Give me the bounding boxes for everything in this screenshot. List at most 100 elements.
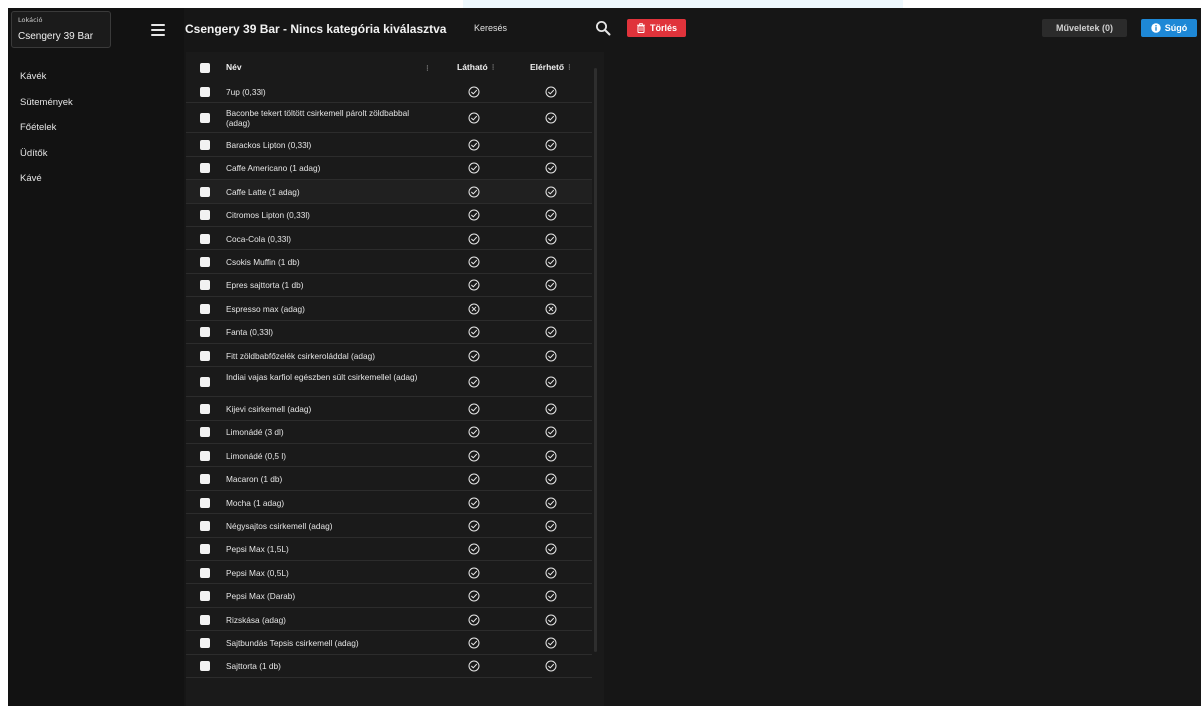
check-circle-icon[interactable] — [545, 350, 557, 362]
check-circle-icon[interactable] — [468, 497, 480, 509]
check-circle-icon[interactable] — [468, 233, 480, 245]
location-selector[interactable]: Lokáció Csengery 39 Bar — [11, 11, 111, 48]
search-input[interactable] — [463, 18, 593, 38]
row-checkbox[interactable] — [200, 163, 210, 174]
check-circle-icon[interactable] — [545, 139, 557, 151]
check-circle-icon[interactable] — [545, 376, 557, 388]
check-circle-icon[interactable] — [545, 256, 557, 268]
check-circle-icon[interactable] — [468, 614, 480, 626]
column-header-visible[interactable]: Látható ⁝ — [457, 62, 494, 73]
row-checkbox[interactable] — [200, 210, 210, 221]
check-circle-icon[interactable] — [468, 637, 480, 649]
row-checkbox[interactable] — [200, 303, 210, 314]
table-row[interactable]: Limonádé (0,5 l) — [186, 444, 592, 468]
table-row[interactable]: Espresso max (adag) — [186, 297, 592, 321]
check-circle-icon[interactable] — [468, 326, 480, 338]
check-circle-icon[interactable] — [545, 279, 557, 291]
sort-name-icon[interactable]: ⁝ — [426, 63, 429, 74]
check-circle-icon[interactable] — [545, 326, 557, 338]
delete-button[interactable]: Törlés — [627, 19, 686, 37]
table-row[interactable]: Barackos Lipton (0,33l) — [186, 133, 592, 157]
check-circle-icon[interactable] — [545, 660, 557, 672]
table-row[interactable]: Indiai vajas karfiol egészben sült csirk… — [186, 367, 592, 398]
check-circle-icon[interactable] — [545, 543, 557, 555]
row-checkbox[interactable] — [200, 661, 210, 672]
row-checkbox[interactable] — [200, 520, 210, 531]
check-circle-icon[interactable] — [468, 590, 480, 602]
check-circle-icon[interactable] — [545, 209, 557, 221]
table-row[interactable]: Kijevi csirkemell (adag) — [186, 397, 592, 421]
row-checkbox[interactable] — [200, 450, 210, 461]
check-circle-icon[interactable] — [545, 590, 557, 602]
check-circle-icon[interactable] — [468, 139, 480, 151]
row-checkbox[interactable] — [200, 544, 210, 555]
check-circle-icon[interactable] — [468, 209, 480, 221]
table-row[interactable]: Sajttorta (1 db) — [186, 655, 592, 678]
check-circle-icon[interactable] — [545, 497, 557, 509]
table-row[interactable]: Négysajtos csirkemell (adag) — [186, 514, 592, 538]
check-circle-icon[interactable] — [545, 112, 557, 124]
check-circle-icon[interactable] — [468, 520, 480, 532]
row-checkbox[interactable] — [200, 113, 210, 124]
x-circle-icon[interactable] — [468, 303, 480, 315]
column-header-available[interactable]: Elérhető ⁝ — [530, 62, 571, 73]
help-button[interactable]: Súgó — [1141, 19, 1197, 37]
table-row[interactable]: Mocha (1 adag) — [186, 491, 592, 515]
check-circle-icon[interactable] — [545, 520, 557, 532]
hamburger-menu-icon[interactable] — [151, 24, 165, 36]
check-circle-icon[interactable] — [545, 186, 557, 198]
sidebar-item-sutemenyek[interactable]: Sütemények — [8, 95, 184, 121]
check-circle-icon[interactable] — [545, 403, 557, 415]
sidebar-item-kave[interactable]: Kávé — [8, 171, 184, 197]
check-circle-icon[interactable] — [545, 450, 557, 462]
table-row[interactable]: Fanta (0,33l) — [186, 321, 592, 344]
check-circle-icon[interactable] — [545, 637, 557, 649]
check-circle-icon[interactable] — [545, 473, 557, 485]
x-circle-icon[interactable] — [545, 303, 557, 315]
row-checkbox[interactable] — [200, 637, 210, 648]
row-checkbox[interactable] — [200, 614, 210, 625]
table-scrollbar[interactable] — [594, 68, 597, 652]
row-checkbox[interactable] — [200, 140, 210, 151]
row-checkbox[interactable] — [200, 497, 210, 508]
column-header-name[interactable]: Név — [226, 62, 242, 72]
check-circle-icon[interactable] — [545, 567, 557, 579]
check-circle-icon[interactable] — [468, 279, 480, 291]
search-icon[interactable] — [595, 20, 611, 36]
sidebar-item-foetelek[interactable]: Főételek — [8, 120, 184, 146]
check-circle-icon[interactable] — [468, 86, 480, 98]
row-checkbox[interactable] — [200, 567, 210, 578]
check-circle-icon[interactable] — [468, 350, 480, 362]
check-circle-icon[interactable] — [545, 426, 557, 438]
check-circle-icon[interactable] — [468, 660, 480, 672]
check-circle-icon[interactable] — [468, 567, 480, 579]
table-row[interactable]: Coca-Cola (0,33l) — [186, 227, 592, 251]
row-checkbox[interactable] — [200, 403, 210, 414]
sidebar-item-kavek[interactable]: Kávék — [8, 69, 184, 95]
check-circle-icon[interactable] — [468, 256, 480, 268]
row-checkbox[interactable] — [200, 186, 210, 197]
row-checkbox[interactable] — [200, 233, 210, 244]
table-row[interactable]: Pepsi Max (Darab) — [186, 584, 592, 608]
table-row[interactable]: 7up (0,33l) — [186, 80, 592, 104]
table-row[interactable]: Caffe Latte (1 adag) — [186, 180, 592, 204]
table-row[interactable]: Pepsi Max (0,5L) — [186, 561, 592, 585]
table-row[interactable]: Baconbe tekert töltött csirkemell párolt… — [186, 103, 592, 134]
row-checkbox[interactable] — [200, 427, 210, 438]
sidebar-item-uditok[interactable]: Üdítők — [8, 146, 184, 172]
row-checkbox[interactable] — [200, 350, 210, 361]
table-row[interactable]: Sajtbundás Tepsis csirkemell (adag) — [186, 631, 592, 655]
row-checkbox[interactable] — [200, 377, 210, 388]
row-checkbox[interactable] — [200, 257, 210, 268]
check-circle-icon[interactable] — [545, 86, 557, 98]
check-circle-icon[interactable] — [468, 376, 480, 388]
table-row[interactable]: Citromos Lipton (0,33l) — [186, 204, 592, 227]
check-circle-icon[interactable] — [468, 473, 480, 485]
check-circle-icon[interactable] — [468, 162, 480, 174]
row-checkbox[interactable] — [200, 280, 210, 291]
check-circle-icon[interactable] — [468, 450, 480, 462]
table-row[interactable]: Limonádé (3 dl) — [186, 421, 592, 445]
row-checkbox[interactable] — [200, 591, 210, 602]
operations-button[interactable]: Műveletek (0) — [1042, 19, 1127, 37]
check-circle-icon[interactable] — [468, 403, 480, 415]
